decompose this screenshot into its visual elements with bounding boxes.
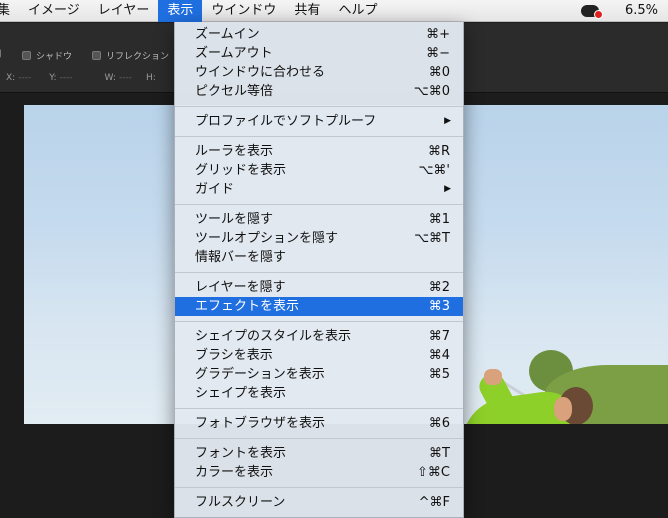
x-coord: X: ---- bbox=[6, 73, 32, 83]
menu-item-label: ズームイン bbox=[195, 27, 260, 42]
menu-item-label: プロファイルでソフトプルーフ bbox=[195, 114, 377, 129]
menu-image[interactable]: イメージ bbox=[19, 0, 89, 22]
shadow-checkbox[interactable] bbox=[22, 51, 31, 60]
menu-help[interactable]: ヘルプ bbox=[329, 0, 386, 22]
golfer-face-shape bbox=[554, 397, 572, 421]
menu-item-label: エフェクトを表示 bbox=[195, 299, 300, 314]
menu-item[interactable]: 情報バーを隠す bbox=[175, 248, 463, 267]
info-coordinates: X: ---- Y: ---- W: ---- H: bbox=[6, 73, 156, 83]
menu-item-label: ルーラを表示 bbox=[195, 144, 274, 159]
menu-edit[interactable]: 集 bbox=[0, 0, 19, 22]
zoom-percentage: 6.5% bbox=[624, 3, 658, 18]
menu-item[interactable]: シェイプを表示 bbox=[175, 384, 463, 403]
menu-item-label: ツールを隠す bbox=[195, 212, 274, 227]
menu-item[interactable]: エフェクトを表示 ⌘3 bbox=[175, 297, 463, 316]
menu-item-label: シェイプのスタイルを表示 bbox=[195, 329, 352, 344]
menu-item[interactable]: ウインドウに合わせる ⌘0 bbox=[175, 63, 463, 82]
menu-item-shortcut: ⌘− bbox=[426, 46, 450, 61]
menu-item-shortcut: ^⌘F bbox=[418, 495, 450, 510]
menu-item[interactable]: ルーラを表示 ⌘R bbox=[175, 142, 463, 161]
menu-separator bbox=[175, 101, 463, 112]
menu-item-shortcut: ⌘7 bbox=[428, 329, 450, 344]
menu-item-shortcut: ⌘3 bbox=[428, 299, 450, 314]
menu-item-label: ツールオプションを隠す bbox=[195, 231, 339, 246]
menu-item-shortcut: ⌥⌘0 bbox=[413, 84, 450, 99]
menu-separator bbox=[175, 199, 463, 210]
menu-item[interactable]: フォントを表示 ⌘T bbox=[175, 444, 463, 463]
menu-item-label: グラデーションを表示 bbox=[195, 367, 325, 382]
menu-item[interactable]: ピクセル等倍 ⌥⌘0 bbox=[175, 82, 463, 101]
menubar: 集 イメージ レイヤー 表示 ウインドウ 共有 ヘルプ 6.5% bbox=[0, 0, 668, 22]
shadow-option[interactable] bbox=[0, 49, 1, 58]
submenu-arrow-icon: ▶ bbox=[444, 184, 451, 194]
y-coord: Y: ---- bbox=[49, 73, 73, 83]
menu-item[interactable]: ズームアウト ⌘− bbox=[175, 44, 463, 63]
menu-item-label: グリッドを表示 bbox=[195, 163, 287, 178]
menu-item-label: ピクセル等倍 bbox=[195, 84, 274, 99]
menu-item-label: フルスクリーン bbox=[195, 495, 286, 510]
menu-item[interactable]: フルスクリーン ^⌘F bbox=[175, 493, 463, 512]
menu-item-label: ズームアウト bbox=[195, 46, 273, 61]
menu-separator bbox=[175, 131, 463, 142]
shadow-label: シャドウ bbox=[36, 52, 73, 62]
view-menu-dropdown: ズームイン ⌘+ ズームアウト ⌘− ウインドウに合わせる ⌘0 ピクセル等倍 ⌥⌘0 プロファ… bbox=[174, 22, 464, 518]
menu-separator bbox=[175, 403, 463, 414]
menu-item[interactable]: ツールオプションを隠す ⌥⌘T bbox=[175, 229, 463, 248]
menu-item[interactable]: ズームイン ⌘+ bbox=[175, 25, 463, 44]
menu-item-shortcut: ⌘T bbox=[429, 446, 450, 461]
menu-item-shortcut: ⌘5 bbox=[428, 367, 450, 382]
checkbox-icon[interactable] bbox=[0, 49, 1, 58]
reflection-checkbox[interactable] bbox=[92, 51, 101, 60]
menu-separator bbox=[175, 316, 463, 327]
menu-item[interactable]: カラーを表示 ⇧⌘C bbox=[175, 463, 463, 482]
menu-layer[interactable]: レイヤー bbox=[89, 0, 159, 22]
menu-item[interactable]: フォトブラウザを表示 ⌘6 bbox=[175, 414, 463, 433]
menu-item[interactable]: グラデーションを表示 ⌘5 bbox=[175, 365, 463, 384]
submenu-arrow-icon: ▶ bbox=[444, 116, 451, 126]
menu-separator bbox=[175, 267, 463, 278]
menu-item-shortcut: ⌘4 bbox=[428, 348, 450, 363]
menu-item-shortcut: ⌘2 bbox=[428, 280, 450, 295]
menu-item-label: シェイプを表示 bbox=[195, 386, 287, 401]
menu-item-shortcut: ⌘1 bbox=[428, 212, 450, 227]
menu-item-shortcut: ⌘0 bbox=[428, 65, 450, 80]
menu-item-label: レイヤーを隠す bbox=[195, 280, 286, 295]
menu-item-label: ガイド bbox=[195, 182, 235, 197]
menu-item-shortcut: ⌥⌘' bbox=[418, 163, 450, 178]
menu-item-shortcut: ⌘R bbox=[427, 144, 450, 159]
golfer-hand-shape bbox=[484, 369, 502, 385]
w-coord: W: ---- bbox=[104, 73, 132, 83]
menu-item[interactable]: レイヤーを隠す ⌘2 bbox=[175, 278, 463, 297]
menu-item-label: フォントを表示 bbox=[195, 446, 287, 461]
shadow-option[interactable]: シャドウ bbox=[22, 49, 72, 62]
menu-item-label: フォトブラウザを表示 bbox=[195, 416, 326, 431]
creative-cloud-icon[interactable] bbox=[580, 3, 603, 19]
menu-item-label: ブラシを表示 bbox=[195, 348, 273, 363]
menu-share[interactable]: 共有 bbox=[285, 0, 329, 22]
menu-item-label: カラーを表示 bbox=[195, 465, 274, 480]
reflection-label: リフレクション bbox=[106, 52, 170, 62]
menu-item-shortcut: ⌥⌘T bbox=[414, 231, 450, 246]
reflection-option[interactable]: リフレクション bbox=[92, 49, 169, 62]
menu-item[interactable]: シェイプのスタイルを表示 ⌘7 bbox=[175, 327, 463, 346]
menu-item[interactable]: ブラシを表示 ⌘4 bbox=[175, 346, 463, 365]
menu-separator bbox=[175, 433, 463, 444]
menu-item[interactable]: ツールを隠す ⌘1 bbox=[175, 210, 463, 229]
menu-item[interactable]: グリッドを表示 ⌥⌘' bbox=[175, 161, 463, 180]
menu-item-label: ウインドウに合わせる bbox=[195, 65, 326, 80]
menu-item[interactable]: プロファイルでソフトプルーフ ▶ bbox=[175, 112, 463, 131]
menu-item-shortcut: ⌘+ bbox=[426, 27, 450, 42]
menu-view[interactable]: 表示 bbox=[158, 0, 203, 22]
h-coord: H: bbox=[145, 73, 156, 83]
menu-window[interactable]: ウインドウ bbox=[202, 0, 285, 22]
menu-item-shortcut: ⇧⌘C bbox=[417, 465, 450, 480]
menu-item[interactable]: ガイド ▶ bbox=[175, 180, 463, 199]
menu-item-label: 情報バーを隠す bbox=[195, 250, 287, 265]
menu-item-shortcut: ⌘6 bbox=[428, 416, 450, 431]
menu-separator bbox=[175, 482, 463, 493]
